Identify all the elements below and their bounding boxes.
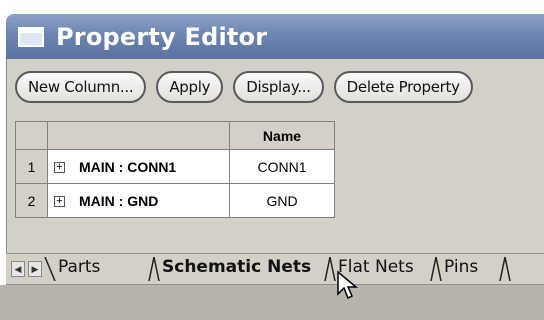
tab-edge-icon — [324, 257, 336, 281]
net-cell[interactable]: + MAIN : CONN1 — [47, 149, 230, 184]
tab-label: Schematic Nets — [162, 257, 312, 277]
tab-pins[interactable]: Pins — [430, 257, 478, 281]
window-title: Property Editor — [56, 22, 268, 51]
net-label: MAIN : GND — [79, 192, 159, 209]
grid-header-row: Name — [15, 121, 335, 150]
new-column-button[interactable]: New Column... — [15, 71, 147, 103]
column-header-net[interactable] — [47, 121, 230, 150]
name-cell[interactable]: GND — [229, 183, 335, 218]
tab-schematic-nets[interactable]: Schematic Nets — [148, 257, 311, 281]
tab-edge-icon — [430, 257, 442, 281]
net-cell[interactable]: + MAIN : GND — [47, 183, 230, 218]
table-row[interactable]: 2 + MAIN : GND GND — [15, 183, 335, 218]
apply-button[interactable]: Apply — [156, 71, 224, 103]
row-number[interactable]: 1 — [15, 149, 48, 184]
delete-property-button[interactable]: Delete Property — [333, 71, 473, 103]
name-cell[interactable]: CONN1 — [229, 149, 335, 184]
property-grid: Name 1 + MAIN : CONN1 CONN1 2 + MAIN : GND… — [15, 121, 335, 218]
tab-parts[interactable]: Parts — [44, 257, 100, 281]
row-number[interactable]: 2 — [15, 183, 48, 218]
net-label: MAIN : CONN1 — [79, 158, 177, 175]
display-button[interactable]: Display... — [233, 71, 324, 103]
status-area — [0, 285, 544, 320]
expand-plus-icon[interactable]: + — [54, 196, 65, 208]
table-row[interactable]: 1 + MAIN : CONN1 CONN1 — [15, 149, 335, 184]
tab-edge-icon — [499, 257, 511, 281]
tab-scroll-left-icon[interactable]: ◀ — [11, 261, 25, 277]
toolbar: New Column... Apply Display... Delete Pr… — [15, 71, 473, 105]
window-icon — [18, 26, 44, 47]
column-header-name[interactable]: Name — [229, 121, 335, 150]
tab-label: Parts — [58, 257, 101, 277]
tab-scroll-right-icon[interactable]: ▶ — [28, 261, 42, 277]
sheet-tab-strip: ◀ ▶ Parts Schematic Nets Flat Nets Pins — [6, 253, 544, 285]
tab-label: Pins — [444, 257, 479, 277]
grid-corner-cell[interactable] — [15, 121, 48, 150]
expand-plus-icon[interactable]: + — [54, 162, 65, 174]
mouse-cursor-icon — [337, 270, 359, 300]
tab-edge-icon — [44, 257, 56, 281]
tab-edge-icon — [148, 257, 160, 281]
title-bar: Property Editor — [6, 14, 544, 59]
property-editor-panel: New Column... Apply Display... Delete Pr… — [6, 59, 544, 260]
